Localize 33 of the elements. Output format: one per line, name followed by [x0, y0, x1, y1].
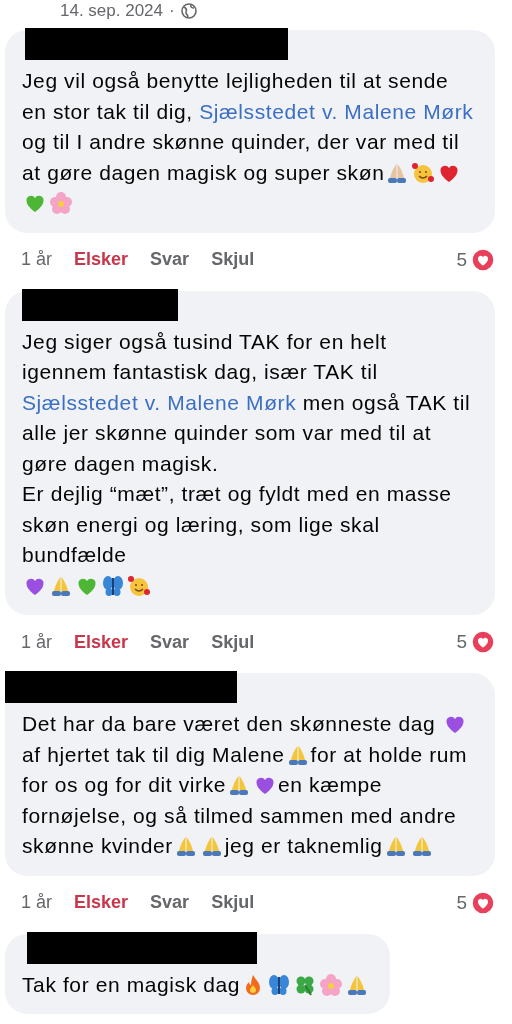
- love-button[interactable]: Elsker: [74, 892, 129, 913]
- heart-reaction-icon: [471, 247, 495, 272]
- comment-text: Jeg vil også benytte lejligheden til at sende en stor tak til dig, Sjælsstedet v. Malene Mørk og til I andre skønne quinder, der var med til at gøre dagen magisk og super skøn: [22, 66, 475, 219]
- smiling-face-icon: [127, 573, 151, 598]
- page-link[interactable]: Sjælsstedet v. Malene Mørk: [199, 99, 474, 123]
- smiling-face-icon: [411, 160, 436, 185]
- page-link[interactable]: Sjælsstedet v. Malene Mørk: [22, 390, 297, 414]
- reply-button[interactable]: Svar: [150, 892, 190, 913]
- flower-icon: [49, 191, 73, 215]
- heart-reaction-icon: [471, 890, 495, 915]
- comment-text: Det har da bare været den skønneste dag af hjertet tak til dig Malene for at holde rum for os og for dit virke en kæmpe fornøjelse, og så tilmed sammen med andre skønne kvinder jeg er taknemlig: [22, 711, 469, 860]
- reaction-count: 5: [456, 248, 467, 271]
- butterfly-icon: [101, 573, 125, 598]
- reaction-count: 5: [456, 891, 467, 914]
- flower-icon: [319, 972, 344, 997]
- comment-age: 1 år: [21, 249, 53, 270]
- comment-text: Tak for en magisk dag: [22, 969, 371, 1000]
- comment-age: 1 år: [21, 892, 53, 913]
- butterfly-icon: [267, 972, 292, 997]
- reply-button[interactable]: Svar: [150, 631, 190, 653]
- comment-age: 1 år: [21, 631, 53, 653]
- separator-dot: ·: [169, 1, 175, 21]
- reply-button[interactable]: Svar: [150, 249, 190, 270]
- post-date: 14. sep. 2024: [60, 1, 164, 21]
- hide-button[interactable]: Skjul: [211, 892, 255, 913]
- love-button[interactable]: Elsker: [74, 631, 129, 653]
- hide-button[interactable]: Skjul: [211, 631, 255, 653]
- love-button[interactable]: Elsker: [74, 249, 129, 270]
- heart-reaction-icon: [471, 630, 495, 654]
- comment-text: Jeg siger også tusind TAK for en helt igennem fantastisk dag, især TAK til Sjælsstedet v. Malene Mørk men også TAK til alle jer skønne quinder som var med til at gøre dagen magisk. Er dejlig “mæt”, træt og fyldt med en masse skøn energi og læring, som lige skal bundfælde: [22, 326, 475, 601]
- globe-icon: [180, 3, 197, 19]
- hide-button[interactable]: Skjul: [211, 249, 255, 270]
- reaction-count: 5: [456, 631, 467, 653]
